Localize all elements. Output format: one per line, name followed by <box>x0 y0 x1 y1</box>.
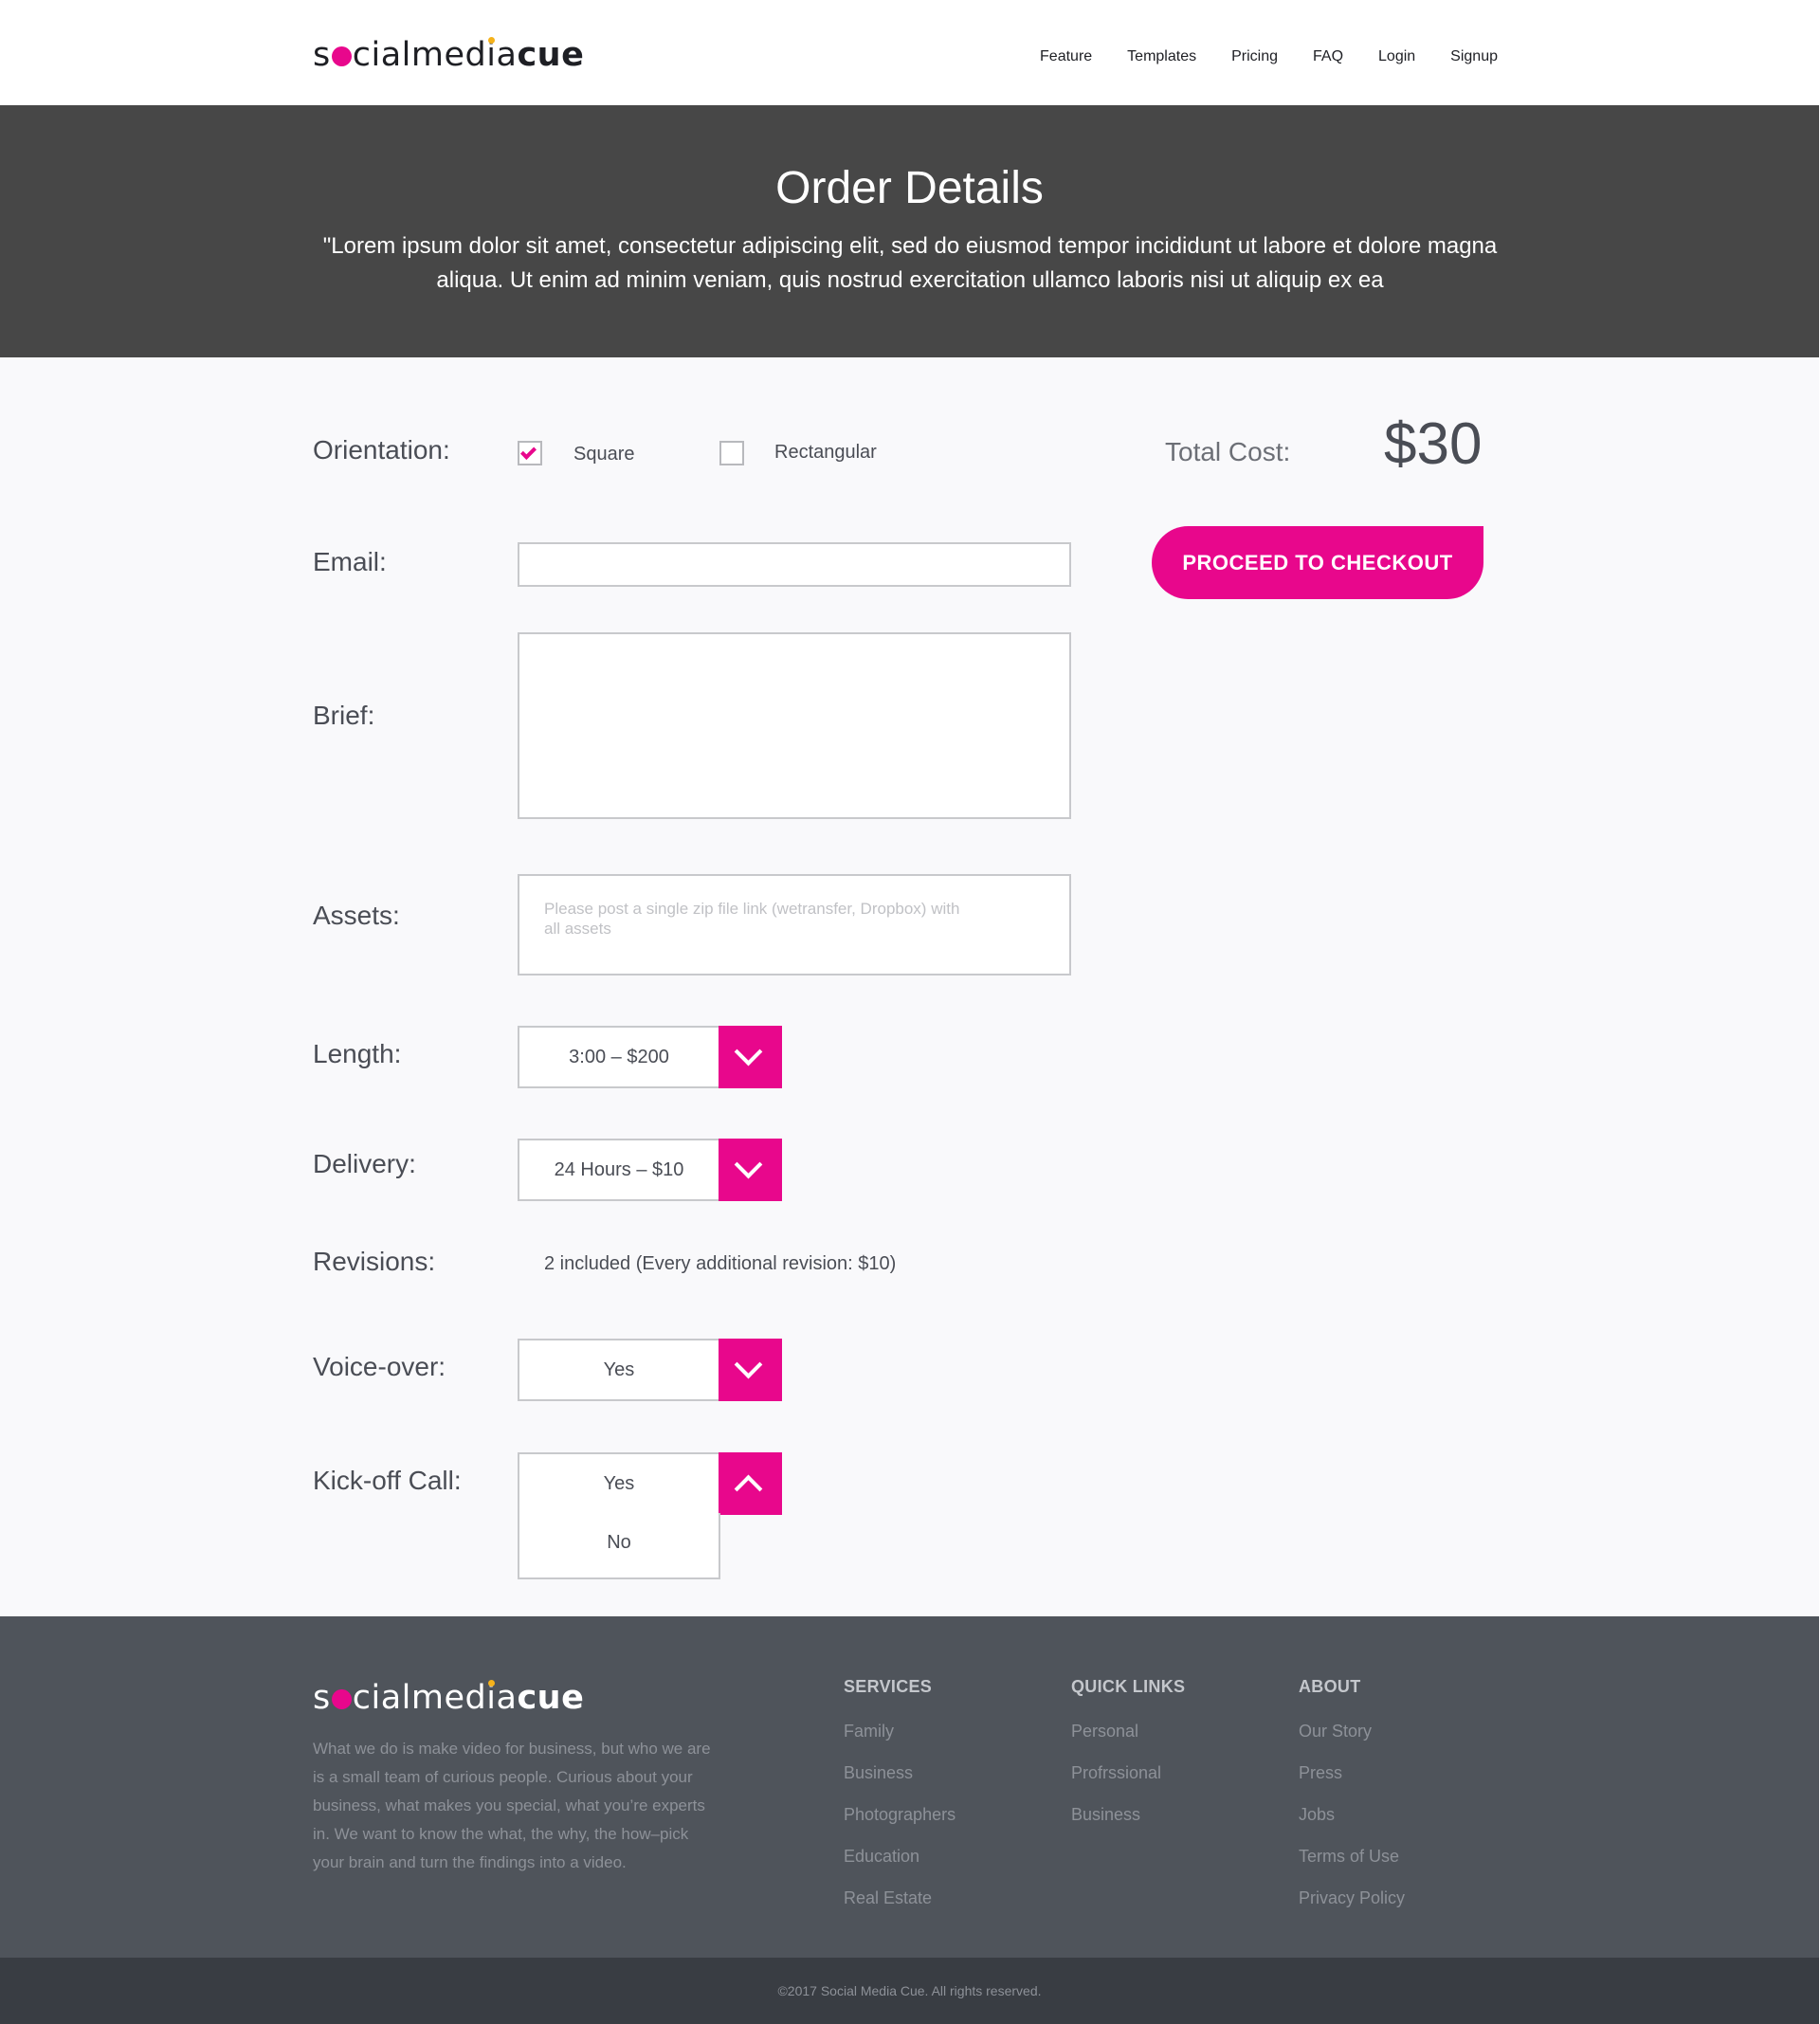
footer-link-terms[interactable]: Terms of Use <box>1299 1835 1405 1877</box>
nav-login[interactable]: Login <box>1378 48 1415 65</box>
site-footer: s cialmediacue What we do is make video f… <box>0 1616 1819 1958</box>
length-label: Length: <box>313 1039 402 1068</box>
footer-about-text: What we do is make video for business, b… <box>313 1740 711 1871</box>
total-cost-label: Total Cost: <box>1165 437 1291 466</box>
voiceover-label: Voice-over: <box>313 1352 446 1381</box>
footer-link-press[interactable]: Press <box>1299 1752 1405 1794</box>
logo-text-i: i <box>486 36 497 74</box>
kickoff-selected-value[interactable]: Yes <box>518 1452 720 1515</box>
nav-feature[interactable]: Feature <box>1040 48 1092 65</box>
brief-label: Brief: <box>313 701 375 730</box>
rectangular-checkbox[interactable] <box>719 441 744 465</box>
delivery-selected-value[interactable]: 24 Hours – $10 <box>518 1139 720 1201</box>
footer-link-privacy[interactable]: Privacy Policy <box>1299 1877 1405 1919</box>
chevron-down-icon <box>734 1350 763 1379</box>
logo-text-i: i <box>486 1679 497 1717</box>
assets-label: Assets: <box>313 901 400 930</box>
delivery-select[interactable]: 24 Hours – $10 <box>518 1139 783 1201</box>
footer-link-personal[interactable]: Personal <box>1071 1710 1185 1752</box>
footer-link-real-estate[interactable]: Real Estate <box>844 1877 956 1919</box>
kickoff-dropdown-button[interactable] <box>719 1452 782 1515</box>
footer-link-family[interactable]: Family <box>844 1710 956 1752</box>
revisions-info: 2 included (Every additional revision: $… <box>544 1253 897 1274</box>
footer-column-title: SERVICES <box>844 1677 933 1696</box>
footer-link-jobs[interactable]: Jobs <box>1299 1794 1405 1835</box>
footer-link-our-story[interactable]: Our Story <box>1299 1710 1405 1752</box>
site-header: s cialmediacue Feature Templates Pricing … <box>0 0 1820 105</box>
length-dropdown-button[interactable] <box>719 1026 782 1088</box>
rectangular-option-label[interactable]: Rectangular <box>774 442 877 464</box>
chevron-down-icon <box>734 1037 763 1067</box>
footer-column-title: QUICK LINKS <box>1071 1677 1186 1696</box>
logo-text-a: a <box>496 1679 518 1717</box>
footer-quick-links-column: QUICK LINKS Personal Profrssional Busine… <box>1071 1677 1185 1835</box>
nav-pricing[interactable]: Pricing <box>1231 48 1278 65</box>
proceed-to-checkout-button[interactable]: PROCEED TO CHECKOUT <box>1152 526 1483 599</box>
logo-text-med: med <box>410 1679 487 1717</box>
logo-text-cial: cial <box>352 36 411 74</box>
square-checkbox[interactable] <box>518 441 542 465</box>
logo-text-cial: cial <box>352 1679 411 1717</box>
nav-signup[interactable]: Signup <box>1450 48 1498 65</box>
kickoff-option-no[interactable]: No <box>518 1513 720 1579</box>
assets-placeholder: Please post a single zip file link (wetr… <box>544 900 960 938</box>
footer-about-column: ABOUT Our Story Press Jobs Terms of Use … <box>1299 1677 1405 1919</box>
logo-dot-icon <box>331 1689 352 1709</box>
kickoff-label: Kick-off Call: <box>313 1466 462 1495</box>
logo-text-med: med <box>410 36 487 74</box>
logo-text-cue: cue <box>517 1679 585 1717</box>
page-subtitle: "Lorem ipsum dolor sit amet, consectetur… <box>322 233 1498 293</box>
checkmark-icon <box>520 444 537 460</box>
footer-link-photographers[interactable]: Photographers <box>844 1794 956 1835</box>
chevron-down-icon <box>734 1150 763 1179</box>
length-selected-value[interactable]: 3:00 – $200 <box>518 1026 720 1088</box>
revisions-label: Revisions: <box>313 1247 436 1276</box>
assets-field[interactable]: Please post a single zip file link (wetr… <box>518 874 1071 976</box>
voiceover-dropdown-button[interactable] <box>719 1339 782 1401</box>
footer-link-education[interactable]: Education <box>844 1835 956 1877</box>
chevron-up-icon <box>734 1474 763 1504</box>
main-nav: Feature Templates Pricing FAQ Login Sign… <box>1005 48 1498 65</box>
footer-link-business[interactable]: Business <box>844 1752 956 1794</box>
nav-faq[interactable]: FAQ <box>1313 48 1343 65</box>
footer-link-professional[interactable]: Profrssional <box>1071 1752 1185 1794</box>
hero-banner: Order Details "Lorem ipsum dolor sit ame… <box>0 105 1819 357</box>
length-select[interactable]: 3:00 – $200 <box>518 1026 783 1088</box>
page-title: Order Details <box>775 163 1044 213</box>
copyright-bar: ©2017 Social Media Cue. All rights reser… <box>0 1958 1819 2024</box>
logo-text-a: a <box>496 36 518 74</box>
kickoff-select[interactable]: Yes No <box>518 1452 783 1579</box>
email-field[interactable] <box>518 542 1071 587</box>
logo-text-s: s <box>313 1679 331 1717</box>
logo-text-cue: cue <box>517 36 585 74</box>
footer-link-business[interactable]: Business <box>1071 1794 1185 1835</box>
logo[interactable]: s cialmediacue <box>313 36 584 74</box>
delivery-label: Delivery: <box>313 1149 416 1178</box>
footer-services-column: SERVICES Family Business Photographers E… <box>844 1677 956 1919</box>
logo-dot-icon <box>331 46 352 66</box>
order-form-section: Orientation: Square Rectangular Email: B… <box>0 357 1819 1616</box>
brief-textarea[interactable] <box>518 632 1071 819</box>
orientation-label: Orientation: <box>313 435 450 465</box>
total-cost-value: $30 <box>1384 411 1483 477</box>
square-option-label[interactable]: Square <box>573 444 635 465</box>
nav-templates[interactable]: Templates <box>1127 48 1196 65</box>
voiceover-select[interactable]: Yes <box>518 1339 783 1401</box>
delivery-dropdown-button[interactable] <box>719 1139 782 1201</box>
footer-column-title: ABOUT <box>1299 1677 1361 1696</box>
footer-logo[interactable]: s cialmediacue <box>313 1679 584 1717</box>
email-label: Email: <box>313 547 387 576</box>
logo-text-s: s <box>313 36 331 74</box>
voiceover-selected-value[interactable]: Yes <box>518 1339 720 1401</box>
